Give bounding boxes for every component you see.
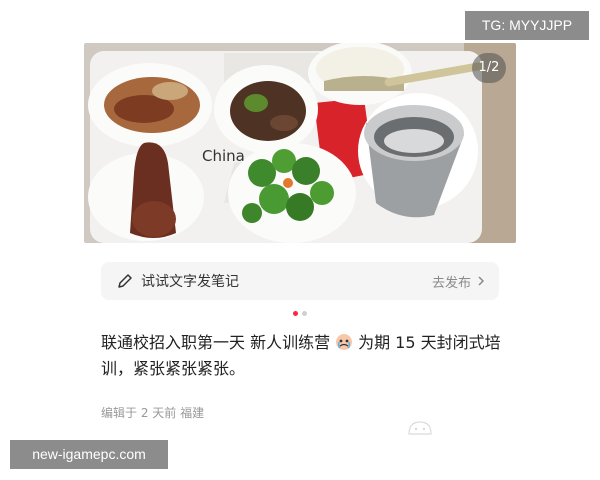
gallery-dot-active[interactable] <box>293 311 298 316</box>
chevron-right-icon <box>477 275 485 287</box>
image-page-counter: 1/2 <box>472 53 506 83</box>
post-body: 联通校招入职第一天 新人训练营 为期 15 天封闭式培训，紧张紧张紧张。 <box>101 330 501 382</box>
publish-label: 去发布 <box>431 275 471 291</box>
try-text-note-bar[interactable]: 试试文字发笔记 去发布 <box>101 262 499 300</box>
site-watermark: new-igamepc.com <box>10 440 168 469</box>
gallery-dots <box>0 311 600 316</box>
crying-face-icon <box>334 333 354 351</box>
post-image[interactable]: China 1/2 <box>84 43 516 243</box>
note-bar-label: 试试文字发笔记 <box>141 274 239 290</box>
svg-text:China: China <box>202 147 245 165</box>
pencil-icon <box>117 273 133 289</box>
tg-watermark: TG: MYYJJPP <box>465 11 589 40</box>
publish-link[interactable]: 去发布 <box>432 272 485 291</box>
post-text-part1: 联通校招入职第一天 新人训练营 <box>101 333 331 352</box>
platform-logo-watermark <box>405 416 435 440</box>
post-meta: 编辑于 2 天前 福建 <box>101 406 205 420</box>
food-tray-photo: China <box>84 43 516 243</box>
gallery-dot[interactable] <box>302 311 307 316</box>
